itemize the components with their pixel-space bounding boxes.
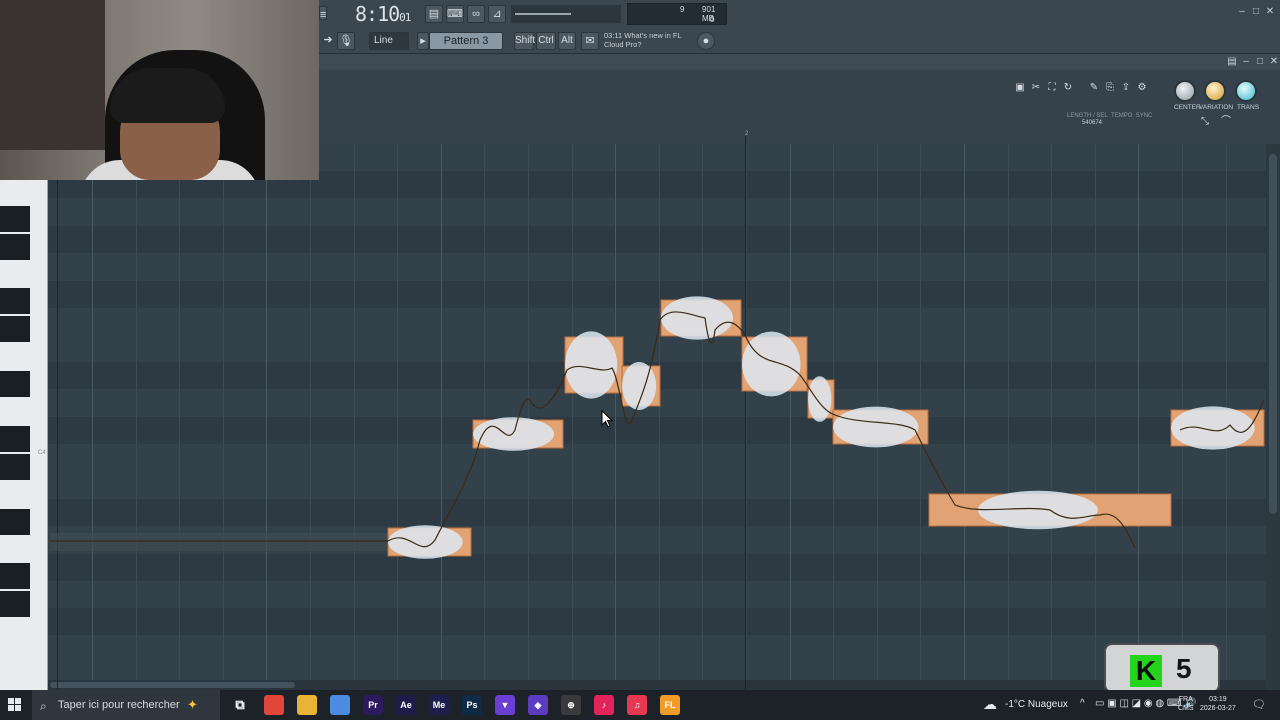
vpn-app-icon[interactable]: ▼ [495, 695, 515, 715]
tray-chevron-icon[interactable]: ^ [1080, 698, 1085, 709]
file-explorer-app-icon[interactable] [297, 695, 317, 715]
music-app-icon[interactable]: ♫ [627, 695, 647, 715]
start-windows-icon[interactable] [8, 698, 22, 712]
note-waveform [808, 376, 832, 422]
faded-note-block[interactable] [50, 533, 388, 551]
fl-studio-window: ≡ 8:1001 ▤ ⌨ ∞ ⊿ 9 901 MB 0 ➜ 🎙 Line ▸ P… [0, 0, 1280, 720]
k5-number: 5 [1176, 653, 1192, 684]
note-waveform [833, 406, 919, 448]
photoshop-app-icon[interactable]: Ps [462, 695, 482, 715]
note-waveform [742, 331, 801, 397]
note-waveform [565, 331, 618, 399]
mouse-cursor-icon [601, 410, 613, 428]
input-language[interactable]: FRA CMS [1178, 695, 1194, 713]
windows-taskbar: ⌕ Taper ici pour rechercher ✦ ⧉ Pr Ae Me Ps… [0, 690, 1280, 720]
chrome-app-icon[interactable] [264, 695, 284, 715]
task-view-icon[interactable]: ⧉ [230, 695, 250, 715]
note-waveform [473, 417, 554, 451]
after-effects-app-icon[interactable]: Ae [396, 695, 416, 715]
webcam-overlay [0, 0, 319, 180]
media-encoder-app-icon[interactable]: Me [429, 695, 449, 715]
shield-app-icon[interactable]: ◈ [528, 695, 548, 715]
network-app-icon[interactable]: ⊕ [561, 695, 581, 715]
premiere-app-icon[interactable]: Pr [363, 695, 383, 715]
tiktok-app-icon[interactable]: ♪ [594, 695, 614, 715]
notification-icon[interactable]: 🗨 [1252, 698, 1266, 711]
fl-studio-app-icon[interactable]: FL [660, 695, 680, 715]
taskbar-search-input[interactable]: ⌕ Taper ici pour rechercher ✦ [32, 690, 220, 720]
search-placeholder: Taper ici pour rechercher [58, 699, 180, 711]
tray-clock[interactable]: 03:19 2026-03-27 [1200, 695, 1236, 713]
note-waveform [661, 296, 733, 340]
k5-badge: K 5 [1104, 643, 1220, 693]
sparkle-icon: ✦ [187, 697, 198, 712]
search-icon: ⌕ [40, 699, 47, 713]
cloud-icon: ☁ [983, 696, 997, 712]
note-waveform [388, 525, 463, 559]
weather-text[interactable]: -1°C Nuageux [1005, 699, 1068, 710]
chrome-alt-app-icon[interactable] [330, 695, 350, 715]
